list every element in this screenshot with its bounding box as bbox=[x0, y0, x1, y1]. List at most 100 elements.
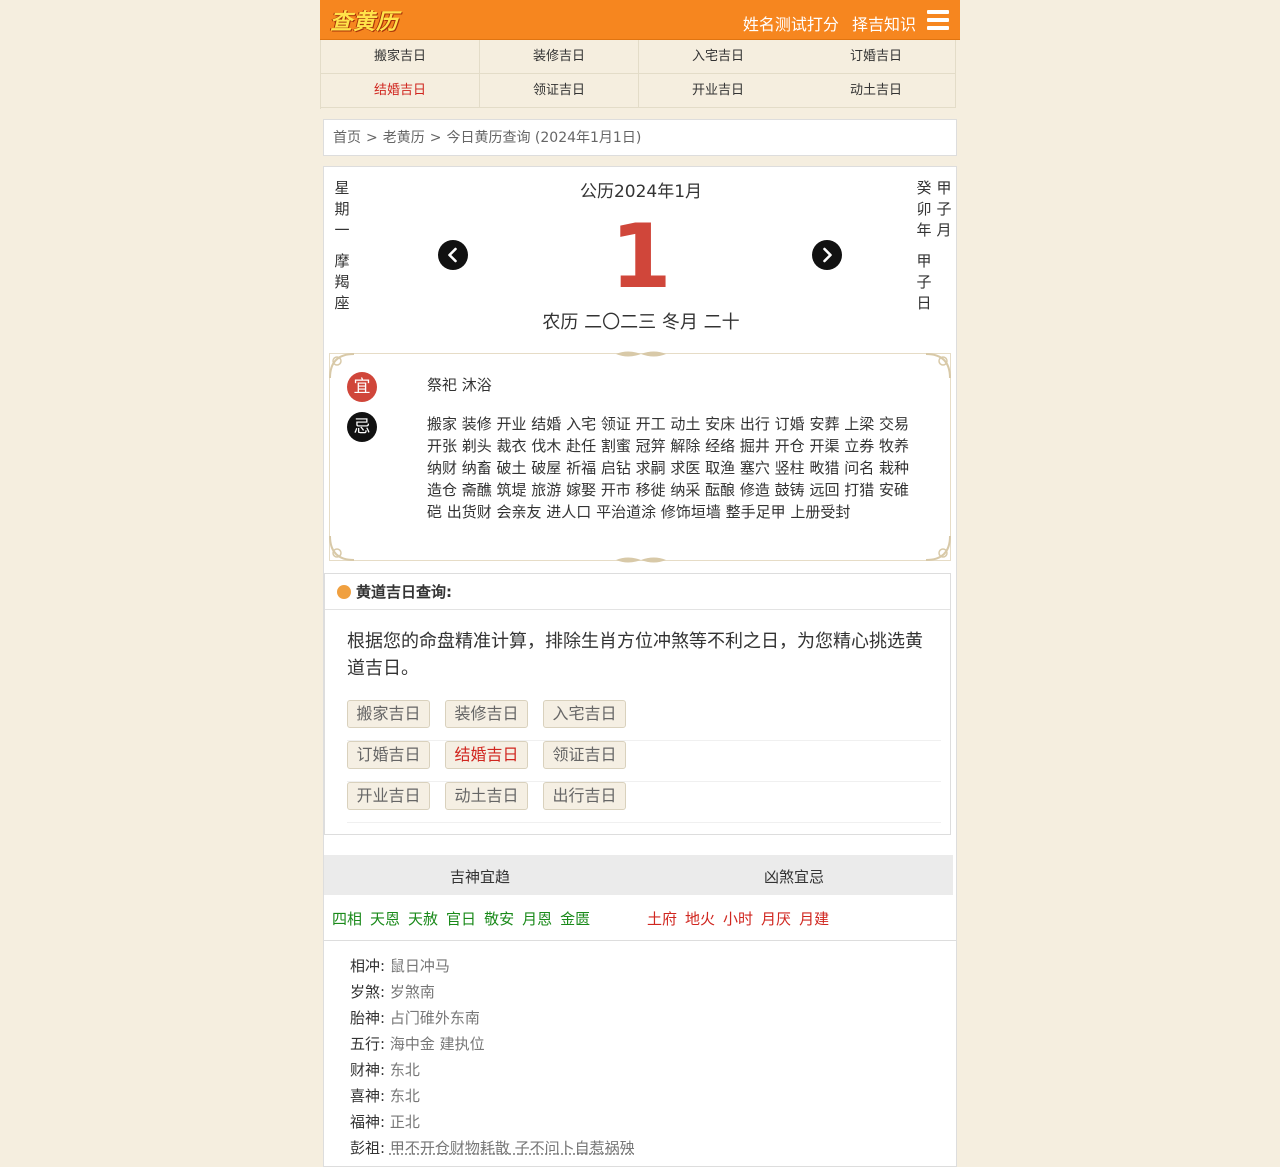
corner-ornament-icon bbox=[329, 535, 355, 561]
good-god-item: 天赦 bbox=[408, 910, 439, 928]
info-row-joy-god: 喜神: 东北 bbox=[350, 1083, 635, 1109]
yi-badge: 宜 bbox=[347, 372, 377, 402]
info-label: 胎神: bbox=[350, 1009, 386, 1027]
bad-god-item: 月建 bbox=[799, 910, 830, 928]
chevron-left-icon bbox=[448, 247, 457, 263]
nav-item-wedding[interactable]: 结婚吉日 bbox=[321, 74, 480, 108]
breadcrumb-almanac[interactable]: 老黄历 bbox=[383, 130, 425, 146]
nav-item-moving[interactable]: 搬家吉日 bbox=[321, 40, 480, 74]
prev-day-button[interactable] bbox=[438, 240, 468, 270]
breadcrumb: 首页 > 老黄历 > 今日黄历查询 (2024年1月1日) bbox=[323, 119, 957, 156]
bad-gods-header: 凶煞宜忌 bbox=[764, 868, 825, 886]
query-button-engagement[interactable]: 订婚吉日 bbox=[347, 741, 430, 769]
good-god-item: 四相 bbox=[332, 910, 363, 928]
good-god-item: 金匮 bbox=[560, 910, 591, 928]
query-header: 黄道吉日查询: bbox=[325, 574, 950, 610]
info-value: 东北 bbox=[389, 1061, 420, 1079]
next-day-button[interactable] bbox=[812, 240, 842, 270]
site-logo[interactable]: 查黄历 bbox=[330, 4, 399, 36]
info-value[interactable]: 甲不开仓财物耗散 子不问卜自惹祸殃 bbox=[390, 1139, 635, 1157]
query-button-row: 开业吉日 动土吉日 出行吉日 bbox=[347, 782, 941, 823]
info-label: 喜神: bbox=[350, 1087, 386, 1105]
calendar-day-number: 1 bbox=[610, 205, 672, 308]
nav-item-business-opening[interactable]: 开业吉日 bbox=[639, 74, 798, 108]
query-button-row: 搬家吉日 装修吉日 入宅吉日 bbox=[347, 700, 941, 741]
corner-ornament-icon bbox=[925, 353, 951, 379]
info-label: 福神: bbox=[350, 1113, 386, 1131]
info-value: 占门碓外东南 bbox=[389, 1009, 480, 1027]
bullet-icon bbox=[337, 585, 351, 599]
query-button-move-in[interactable]: 入宅吉日 bbox=[543, 700, 626, 728]
info-value: 东北 bbox=[389, 1087, 420, 1105]
info-label: 相冲: bbox=[350, 957, 386, 975]
corner-ornament-icon bbox=[925, 535, 951, 561]
header-link-name-test[interactable]: 姓名测试打分 bbox=[743, 15, 839, 34]
header-bar: 查黄历 姓名测试打分 择吉知识 bbox=[320, 0, 960, 40]
bad-god-item: 小时 bbox=[723, 910, 754, 928]
query-button-marriage-cert[interactable]: 领证吉日 bbox=[543, 741, 626, 769]
ornament-icon bbox=[616, 557, 666, 563]
info-label: 岁煞: bbox=[350, 983, 386, 1001]
hamburger-menu-icon[interactable] bbox=[927, 10, 949, 30]
query-button-row: 订婚吉日 结婚吉日 领证吉日 bbox=[347, 741, 941, 782]
nav-item-groundbreaking[interactable]: 动土吉日 bbox=[797, 74, 956, 108]
bad-god-item: 月厌 bbox=[761, 910, 792, 928]
query-button-decoration[interactable]: 装修吉日 bbox=[445, 700, 528, 728]
info-row-sui-sha: 岁煞: 岁煞南 bbox=[350, 979, 635, 1005]
query-button-moving[interactable]: 搬家吉日 bbox=[347, 700, 430, 728]
lucky-day-query-panel: 黄道吉日查询: 根据您的命盘精准计算，排除生肖方位冲煞等不利之日，为您精心挑选黄… bbox=[324, 573, 951, 835]
breadcrumb-home[interactable]: 首页 bbox=[333, 130, 361, 146]
info-row-clash: 相冲: 鼠日冲马 bbox=[350, 953, 635, 979]
header-link-knowledge[interactable]: 择吉知识 bbox=[852, 15, 916, 34]
good-god-item: 敬安 bbox=[484, 910, 515, 928]
gods-row: 四相 天恩 天赦 官日 敬安 月恩 金匮 土府 地火 小时 月厌 月建 bbox=[324, 895, 956, 941]
info-value: 海中金 建执位 bbox=[389, 1035, 485, 1053]
info-row-fortune-god: 福神: 正北 bbox=[350, 1109, 635, 1135]
nav-item-move-in[interactable]: 入宅吉日 bbox=[639, 40, 798, 74]
almanac-info-list: 相冲: 鼠日冲马 岁煞: 岁煞南 胎神: 占门碓外东南 五行: 海中金 建执位 … bbox=[350, 953, 635, 1161]
good-god-item: 月恩 bbox=[522, 910, 553, 928]
good-god-item: 官日 bbox=[446, 910, 477, 928]
bad-gods-list: 土府 地火 小时 月厌 月建 bbox=[647, 908, 837, 929]
info-label: 财神: bbox=[350, 1061, 386, 1079]
gods-header: 吉神宜趋 凶煞宜忌 bbox=[324, 855, 953, 895]
good-god-item: 天恩 bbox=[370, 910, 401, 928]
good-gods-header: 吉神宜趋 bbox=[450, 868, 511, 886]
good-gods-list: 四相 天恩 天赦 官日 敬安 月恩 金匮 bbox=[332, 908, 598, 929]
query-button-business-opening[interactable]: 开业吉日 bbox=[347, 782, 430, 810]
info-label: 彭祖: bbox=[350, 1139, 386, 1157]
calendar-month-title: 公历2024年1月 bbox=[579, 182, 703, 202]
nav-item-engagement[interactable]: 订婚吉日 bbox=[797, 40, 956, 74]
info-row-five-elements: 五行: 海中金 建执位 bbox=[350, 1031, 635, 1057]
nav-item-marriage-cert[interactable]: 领证吉日 bbox=[480, 74, 639, 108]
info-value: 岁煞南 bbox=[389, 983, 435, 1001]
info-row-pengzu: 彭祖: 甲不开仓财物耗散 子不问卜自惹祸殃 bbox=[350, 1135, 635, 1161]
info-value: 正北 bbox=[389, 1113, 420, 1131]
breadcrumb-current: 今日黄历查询 (2024年1月1日) bbox=[446, 130, 642, 146]
info-value: 鼠日冲马 bbox=[389, 957, 450, 975]
info-row-wealth-god: 财神: 东北 bbox=[350, 1057, 635, 1083]
chevron-right-icon bbox=[823, 247, 832, 263]
query-button-travel[interactable]: 出行吉日 bbox=[543, 782, 626, 810]
category-nav: 搬家吉日 装修吉日 入宅吉日 订婚吉日 结婚吉日 领证吉日 开业吉日 动土吉日 bbox=[320, 40, 956, 109]
ji-badge: 忌 bbox=[347, 412, 377, 442]
ornament-icon bbox=[616, 351, 666, 357]
info-row-fetal-god: 胎神: 占门碓外东南 bbox=[350, 1005, 635, 1031]
yiji-frame: 宜 祭祀 沐浴 忌 搬家 装修 开业 结婚 入宅 领证 开工 动土 安床 出行 … bbox=[329, 351, 951, 563]
lunar-date: 农历 二〇二三 冬月 二十 bbox=[542, 312, 740, 333]
query-button-groundbreaking[interactable]: 动土吉日 bbox=[445, 782, 528, 810]
query-description: 根据您的命盘精准计算，排除生肖方位冲煞等不利之日，为您精心挑选黄道吉日。 bbox=[347, 631, 923, 679]
breadcrumb-separator: > bbox=[429, 130, 442, 146]
ji-activities: 搬家 装修 开业 结婚 入宅 领证 开工 动土 安床 出行 订婚 安葬 上梁 交… bbox=[427, 415, 909, 521]
calendar-panel: 星期一 摩羯座 癸卯年 甲子月 甲子日 公历2024年1月 1 农历 二〇二三 … bbox=[323, 166, 957, 1167]
query-button-wedding[interactable]: 结婚吉日 bbox=[445, 741, 528, 769]
bad-god-item: 地火 bbox=[685, 910, 716, 928]
info-label: 五行: bbox=[350, 1035, 386, 1053]
bad-god-item: 土府 bbox=[647, 910, 678, 928]
nav-item-decoration[interactable]: 装修吉日 bbox=[480, 40, 639, 74]
header-links: 姓名测试打分 择吉知识 bbox=[735, 11, 916, 35]
yi-activities: 祭祀 沐浴 bbox=[427, 376, 492, 394]
page-container: 查黄历 姓名测试打分 择吉知识 搬家吉日 装修吉日 入宅吉日 订婚吉日 结婚吉日… bbox=[320, 0, 960, 1167]
query-title: 黄道吉日查询: bbox=[356, 583, 452, 601]
breadcrumb-separator: > bbox=[366, 130, 378, 146]
